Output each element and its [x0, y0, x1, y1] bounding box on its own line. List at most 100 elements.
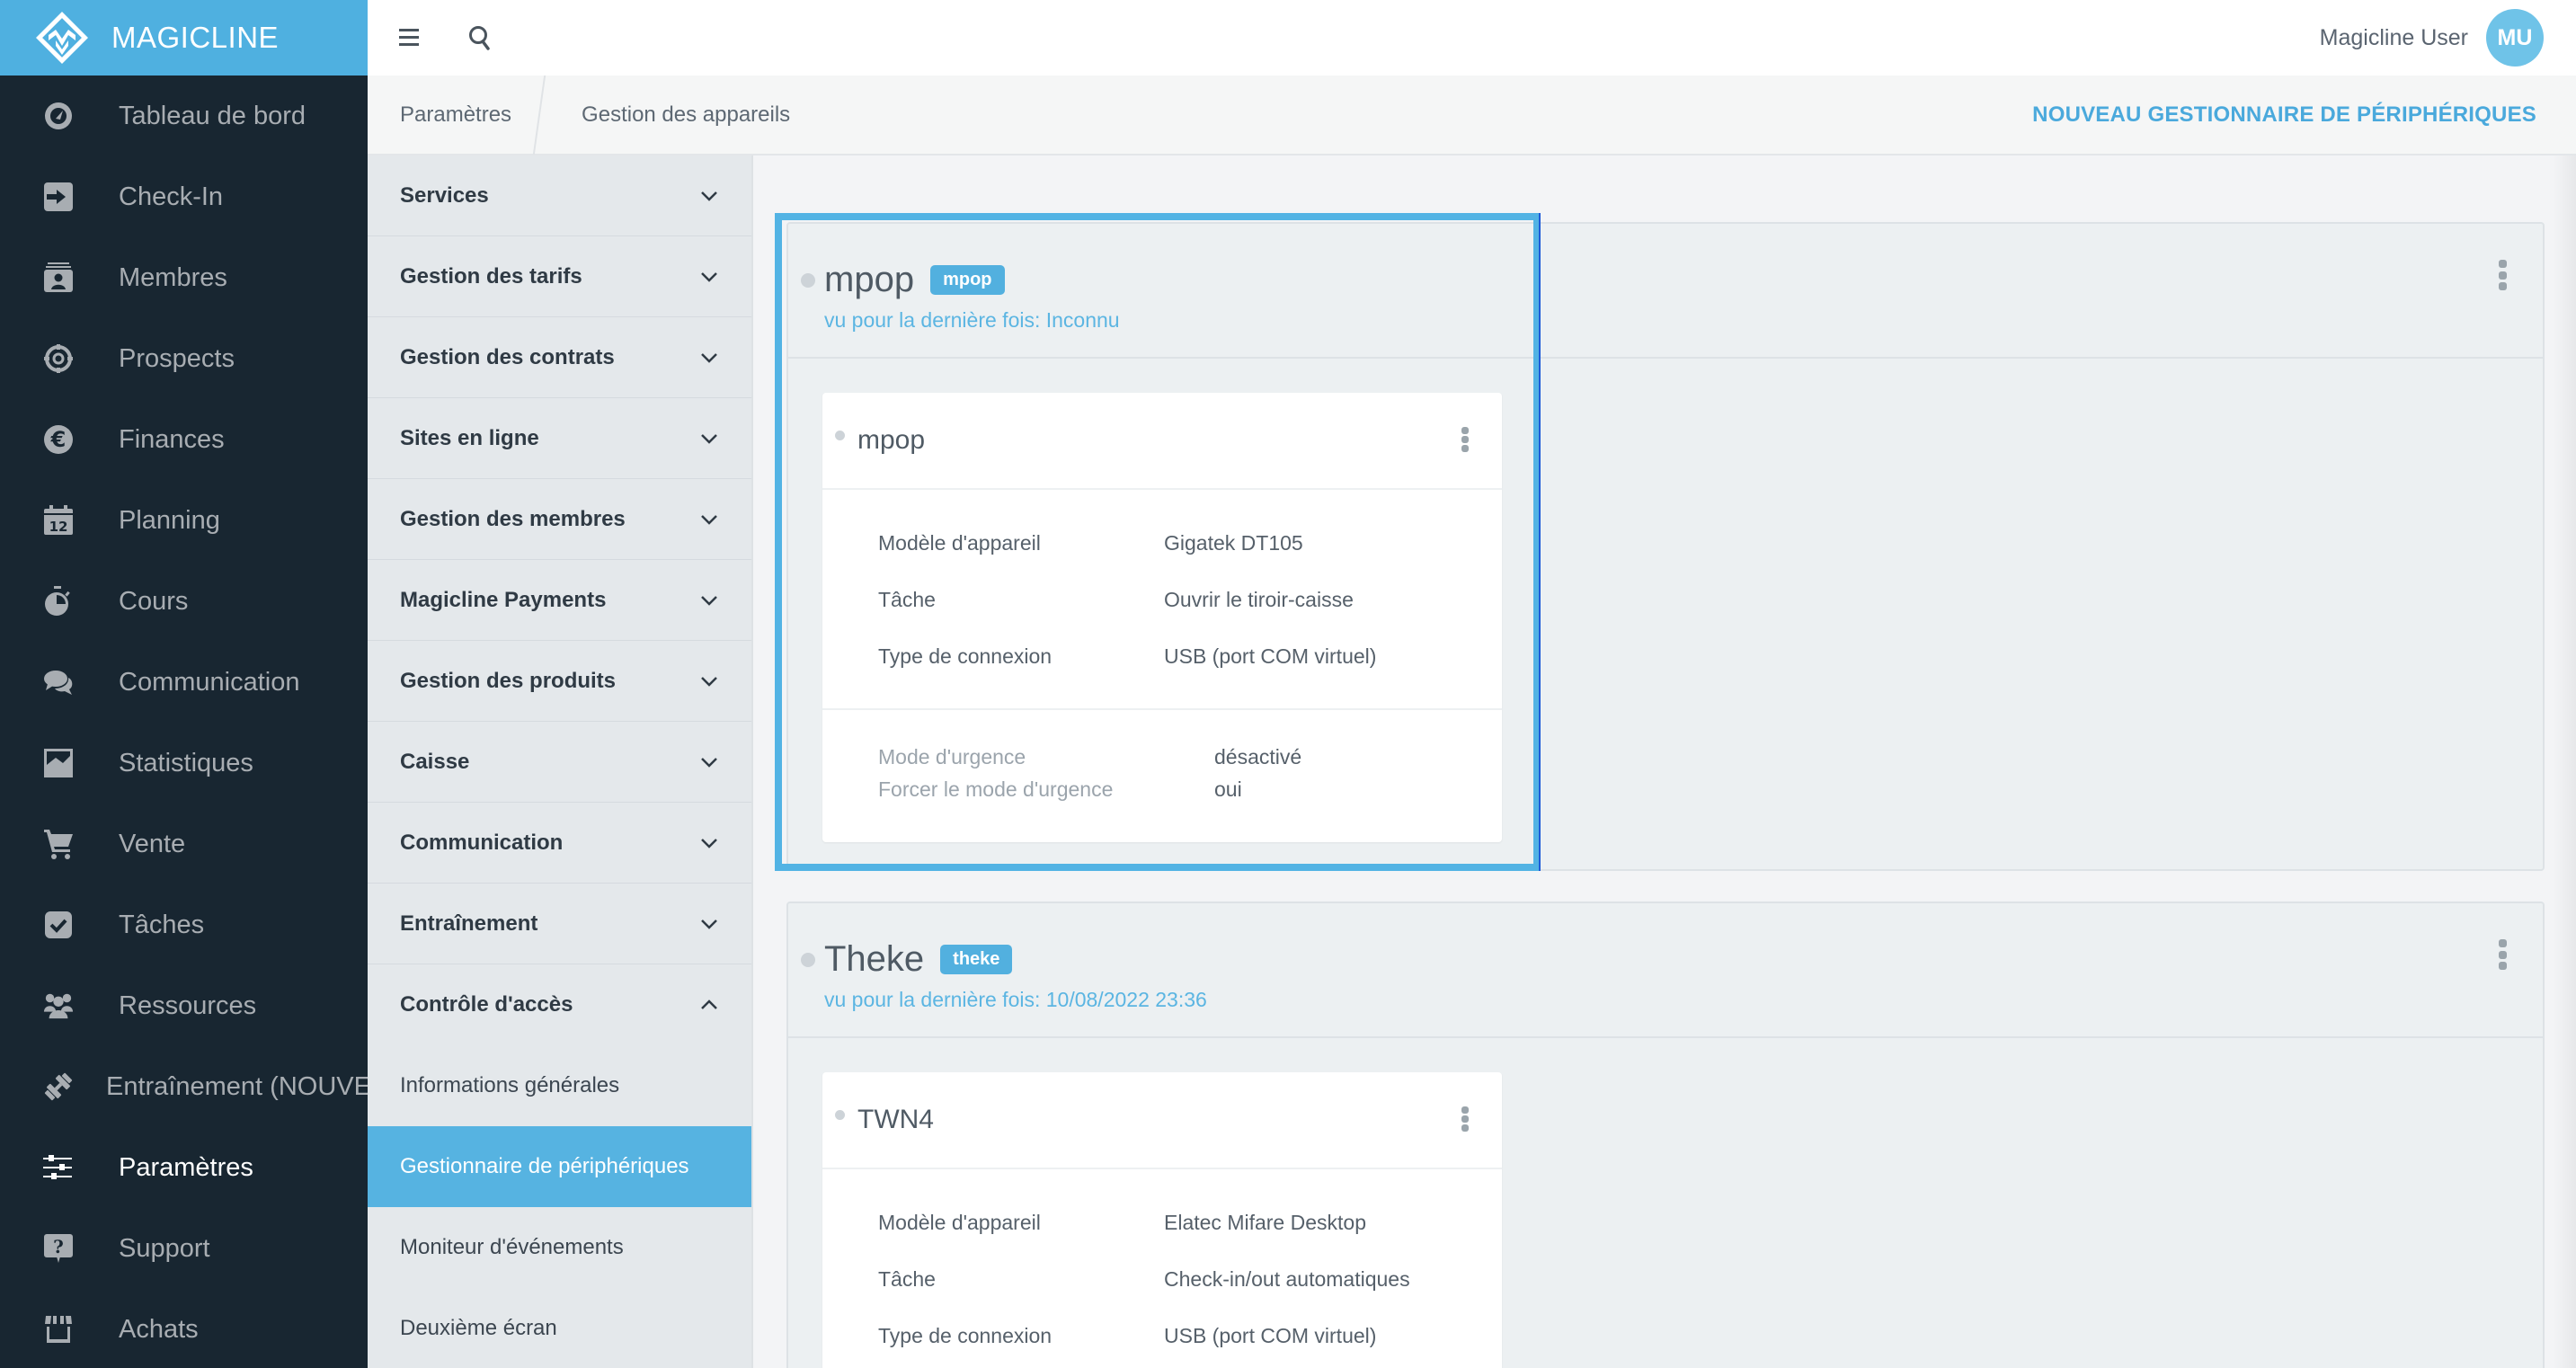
- property-row: Tâche Check-in/out automatiques: [878, 1251, 1502, 1308]
- device-more-options-icon[interactable]: [1459, 427, 1471, 452]
- subnav-section-label: Entraînement: [400, 911, 538, 936]
- brand-name: MAGICLINE: [111, 21, 280, 54]
- chevron-down-icon: [699, 510, 719, 529]
- chevron-down-icon: [699, 833, 719, 853]
- status-dot-icon: [801, 272, 815, 288]
- chevron-down-icon: [699, 348, 719, 368]
- gateway-more-options-icon[interactable]: [2496, 939, 2509, 970]
- help-bubble-icon: ?: [43, 1233, 74, 1264]
- gateway-card: Theke theke vu pour la dernière fois: 10…: [786, 902, 2545, 1368]
- device-properties: Modèle d'appareil Elatec Mifare Desktop T…: [822, 1169, 1502, 1368]
- breadcrumb-item-device-management: Gestion des appareils: [582, 102, 791, 127]
- new-device-manager-link[interactable]: NOUVEAU GESTIONNAIRE DE PÉRIPHÉRIQUES: [2032, 102, 2536, 128]
- nav-item-support[interactable]: ? Support: [0, 1208, 368, 1289]
- subnav-section-label: Contrôle d'accès: [400, 992, 573, 1017]
- sliders-icon: [43, 1152, 74, 1183]
- avatar[interactable]: MU: [2486, 9, 2544, 67]
- nav-label: Prospects: [119, 343, 235, 373]
- nav-item-communication[interactable]: Communication: [0, 642, 368, 723]
- subnav-section-training[interactable]: Entraînement: [368, 884, 751, 964]
- status-dot-icon: [835, 430, 845, 440]
- chevron-up-icon: [699, 995, 719, 1015]
- subnav-section-online-sites[interactable]: Sites en ligne: [368, 398, 751, 479]
- gateway-badge: mpop: [930, 265, 1005, 295]
- area-chart-icon: [43, 748, 74, 778]
- chevron-down-icon: [699, 914, 719, 934]
- subnav-section-magicline-payments[interactable]: Magicline Payments: [368, 560, 751, 641]
- device-emergency-settings: Mode d'urgence désactivé Forcer le mode d…: [822, 710, 1502, 805]
- nav-item-finances[interactable]: € Finances: [0, 399, 368, 480]
- subnav-section-products[interactable]: Gestion des produits: [368, 641, 751, 722]
- property-value: Ouvrir le tiroir-caisse: [1164, 588, 1354, 611]
- property-label: Type de connexion: [878, 644, 1053, 668]
- nav-item-check-in[interactable]: Check-In: [0, 156, 368, 237]
- nav-label: Support: [119, 1233, 210, 1263]
- sign-in-icon: [43, 182, 74, 212]
- nav-label: Planning: [119, 505, 220, 535]
- target-icon: [43, 343, 74, 374]
- nav-item-resources[interactable]: Ressources: [0, 965, 368, 1046]
- gateway-card: mpop mpop vu pour la dernière fois: Inco…: [786, 222, 2545, 871]
- nav-label: Ressources: [119, 990, 257, 1020]
- subnav-section-services[interactable]: Services: [368, 155, 751, 236]
- nav-item-members[interactable]: Membres: [0, 237, 368, 318]
- nav-label: Cours: [119, 586, 189, 616]
- nav-item-statistics[interactable]: Statistiques: [0, 723, 368, 804]
- nav-item-purchases[interactable]: Achats: [0, 1289, 368, 1368]
- subnav-section-label: Magicline Payments: [400, 587, 607, 612]
- nav-item-training-new[interactable]: Entraînement (NOUVEAU): [0, 1046, 416, 1127]
- magicline-logo-icon: [34, 10, 90, 66]
- brand-header[interactable]: MAGICLINE: [0, 0, 368, 76]
- subnav-section-label: Gestion des tarifs: [400, 263, 582, 289]
- gateway-more-options-icon[interactable]: [2496, 260, 2509, 290]
- gateway-last-seen: vu pour la dernière fois: 10/08/2022 23:…: [824, 988, 1207, 1011]
- subnav-section-pricing[interactable]: Gestion des tarifs: [368, 236, 751, 317]
- subnav-item-event-monitor[interactable]: Moniteur d'événements: [368, 1207, 751, 1288]
- nav-item-courses[interactable]: Cours: [0, 561, 368, 642]
- nav-label: Finances: [119, 424, 225, 454]
- subnav-section-cash-register[interactable]: Caisse: [368, 722, 751, 803]
- settings-subnav: Services Gestion des tarifs Gestion des …: [368, 155, 753, 1368]
- gateway-last-seen: vu pour la dernière fois: Inconnu: [824, 308, 1120, 332]
- gateway-header: Theke theke vu pour la dernière fois: 10…: [788, 903, 2543, 1038]
- breadcrumb-item-settings[interactable]: Paramètres: [400, 102, 511, 128]
- breadcrumb-separator: [532, 75, 546, 155]
- stopwatch-icon: [43, 586, 74, 617]
- emergency-label: Mode d'urgence: [878, 744, 1026, 768]
- subnav-section-contracts[interactable]: Gestion des contrats: [368, 317, 751, 398]
- property-value: Gigatek DT105: [1164, 531, 1303, 555]
- device-more-options-icon[interactable]: [1459, 1106, 1471, 1132]
- subnav-section-label: Communication: [400, 830, 564, 855]
- nav-item-settings[interactable]: Paramètres: [0, 1127, 368, 1208]
- scroll-edge: [2553, 155, 2576, 1368]
- subnav-section-access-control[interactable]: Contrôle d'accès: [368, 964, 751, 1045]
- device-name: mpop: [857, 425, 926, 455]
- user-name: Magicline User: [2319, 24, 2468, 50]
- subnav-item-second-screen[interactable]: Deuxième écran: [368, 1288, 751, 1368]
- subnav-section-member-management[interactable]: Gestion des membres: [368, 479, 751, 560]
- svg-text:?: ?: [53, 1236, 64, 1257]
- dumbbell-icon: [43, 1071, 74, 1102]
- user-menu[interactable]: Magicline User MU: [2320, 0, 2544, 76]
- chevron-down-icon: [699, 267, 719, 287]
- nav-item-prospects[interactable]: Prospects: [0, 318, 368, 399]
- search-icon[interactable]: [465, 22, 495, 53]
- emergency-label: Forcer le mode d'urgence: [878, 777, 1114, 801]
- subnav-item-device-manager[interactable]: Gestionnaire de périphériques: [368, 1126, 751, 1207]
- svg-text:€: €: [50, 427, 67, 452]
- gateway-name: Theke: [824, 939, 925, 979]
- nav-item-sales[interactable]: Vente: [0, 804, 368, 884]
- breadcrumb: Paramètres Gestion des appareils NOUVEAU…: [368, 75, 2576, 155]
- hamburger-icon[interactable]: [395, 22, 425, 53]
- property-row: Modèle d'appareil Gigatek DT105: [878, 515, 1502, 572]
- member-card-icon: [43, 262, 74, 293]
- nav-item-tasks[interactable]: Tâches: [0, 884, 368, 965]
- subnav-item-general-info[interactable]: Informations générales: [368, 1045, 751, 1126]
- subnav-section-label: Gestion des contrats: [400, 344, 615, 369]
- property-label: Tâche: [878, 1267, 936, 1291]
- subnav-section-communication[interactable]: Communication: [368, 803, 751, 884]
- chevron-down-icon: [699, 752, 719, 772]
- nav-item-dashboard[interactable]: Tableau de bord: [0, 76, 368, 156]
- nav-item-planning[interactable]: 12 Planning: [0, 480, 368, 561]
- chat-bubbles-icon: [43, 667, 74, 697]
